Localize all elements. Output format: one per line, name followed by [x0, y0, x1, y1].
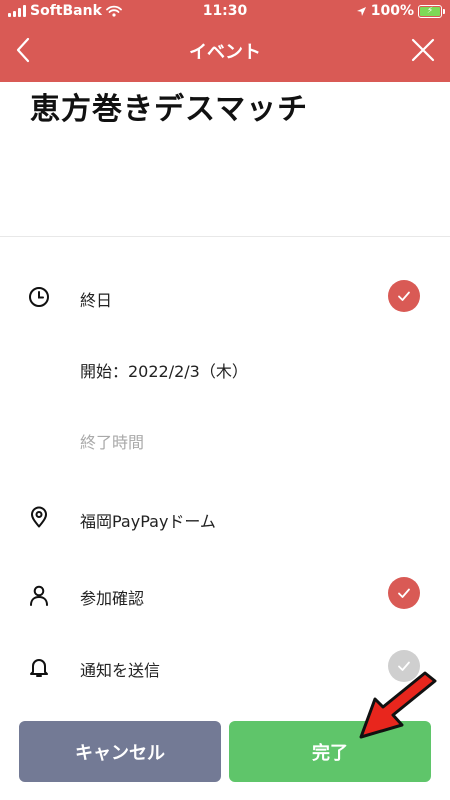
checkmark-icon [398, 588, 410, 598]
rsvp-checkbox[interactable] [388, 577, 420, 609]
all-day-checkbox[interactable] [388, 280, 420, 312]
status-right: 100% ⚡ [356, 3, 445, 19]
location-arrow-icon [356, 6, 366, 16]
close-icon[interactable] [410, 37, 436, 63]
event-title[interactable]: 恵方巻きデスマッチ [30, 84, 308, 128]
status-bar: SoftBank 11:30 100% ⚡ [0, 0, 450, 24]
person-icon [30, 585, 48, 606]
battery-percent: 100% [370, 3, 414, 19]
location-field[interactable]: 福岡PayPayドーム [80, 508, 216, 532]
cancel-button[interactable]: キャンセル [19, 721, 221, 782]
start-date[interactable]: 開始：2022/2/3（木） [80, 358, 248, 382]
end-time-field[interactable]: 終了時間 [80, 429, 144, 453]
bell-icon [30, 659, 48, 677]
header-bar: SoftBank 11:30 100% ⚡ イベント [0, 0, 450, 82]
notify-label: 通知を送信 [80, 661, 161, 680]
annotation-arrow-icon [359, 671, 437, 739]
divider [0, 236, 450, 237]
checkmark-icon [398, 291, 410, 301]
page-title: イベント [189, 42, 261, 63]
all-day-label: 終日 [80, 291, 113, 310]
clock-icon [29, 287, 49, 307]
rsvp-label: 参加確認 [80, 589, 145, 608]
location-pin-icon [31, 506, 47, 528]
battery-icon: ⚡ [418, 4, 445, 18]
